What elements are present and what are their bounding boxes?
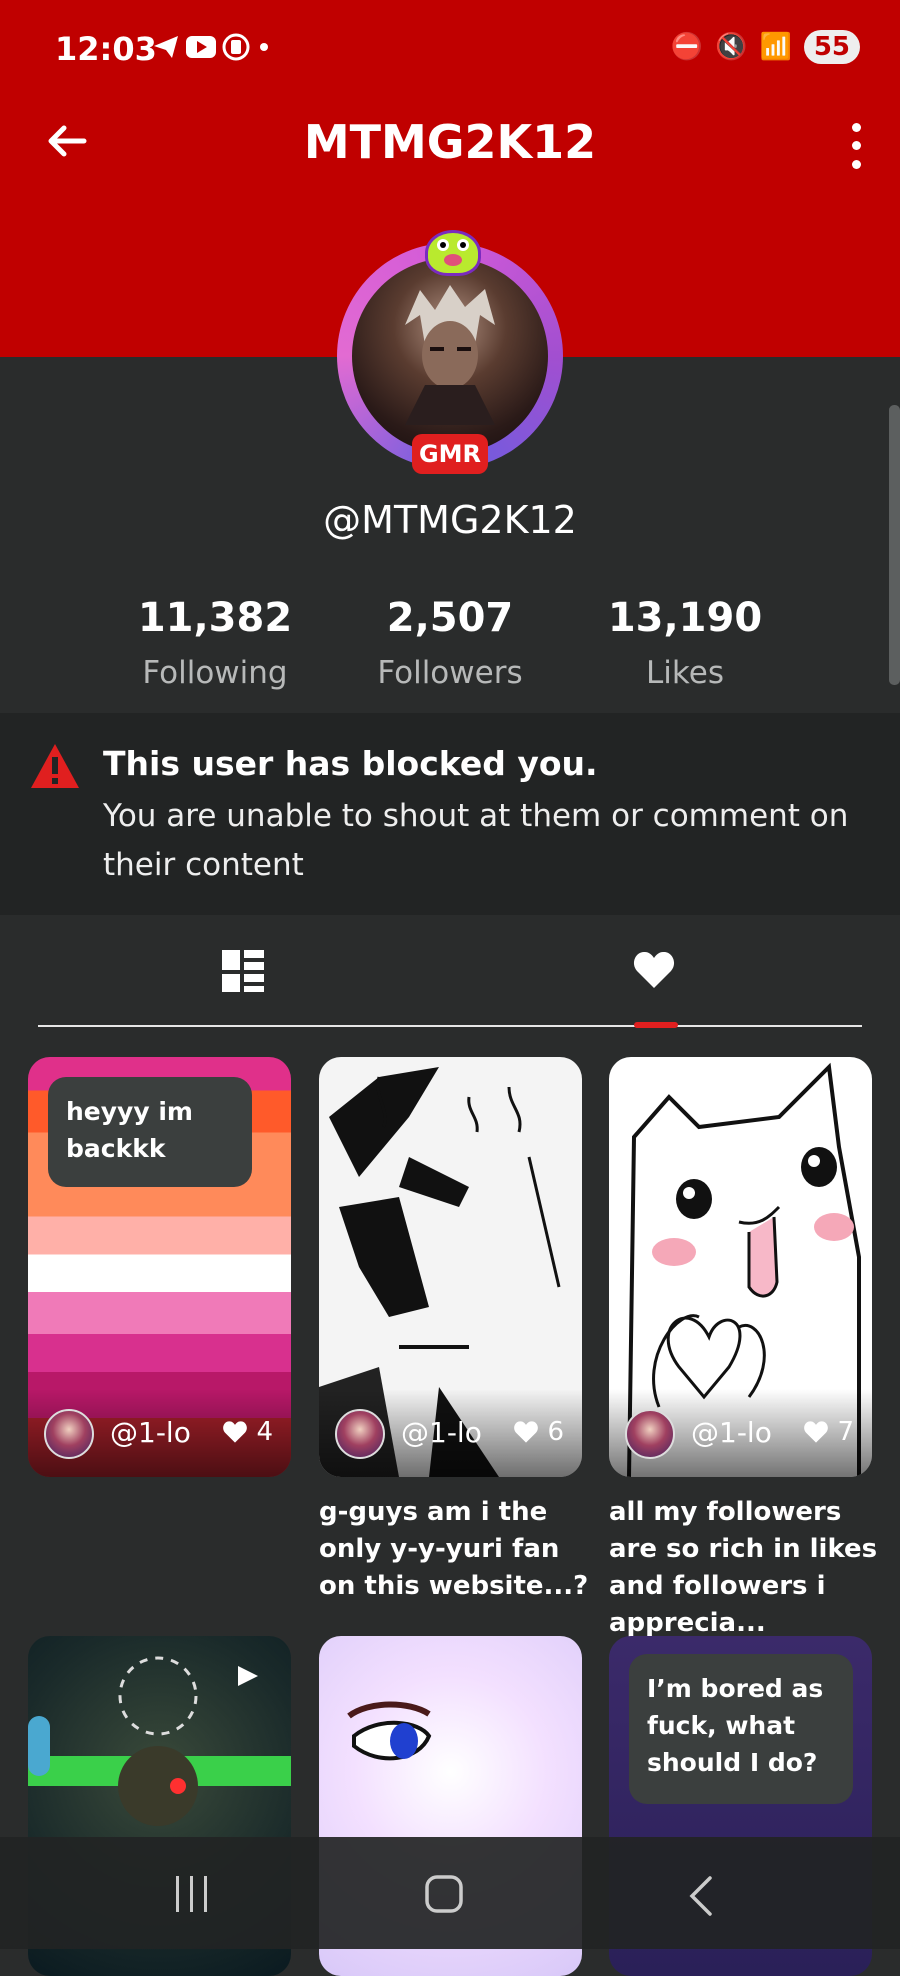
stat-likes[interactable]: 13,190 Likes (575, 595, 795, 691)
likes-count: 7 (837, 1417, 854, 1447)
more-dot-icon (851, 160, 861, 170)
likes-count: 6 (547, 1417, 564, 1447)
post-card[interactable]: @1-lo 7 (609, 1057, 872, 1477)
post-likes[interactable]: 7 (803, 1417, 854, 1447)
avatar-portrait-graphic (405, 285, 495, 425)
status-time: 12:03 (55, 30, 157, 68)
post-drawing-image (347, 1701, 432, 1761)
stat-label: Followers (377, 655, 523, 691)
stat-label: Likes (646, 655, 724, 691)
system-icons: ⛔ 🔇 📶 55 (671, 30, 860, 64)
tab-divider (38, 1025, 862, 1027)
recent-apps-icon (176, 1876, 207, 1912)
more-options-button[interactable] (836, 118, 876, 174)
post-likes[interactable]: 4 (222, 1417, 273, 1447)
gmr-badge: GMR (412, 434, 488, 474)
notification-icons (152, 30, 292, 71)
post-game-image (28, 1656, 291, 1826)
blocked-title: This user has blocked you. (103, 744, 598, 783)
recent-apps-button[interactable] (172, 1870, 212, 1920)
scrollbar[interactable] (889, 405, 900, 685)
home-button[interactable] (424, 1872, 464, 1916)
dnd-icon: ⛔ (670, 32, 704, 62)
stat-value: 2,507 (386, 595, 514, 641)
post-caption[interactable]: g-guys am i the only y-y-yuri fan on thi… (319, 1494, 589, 1605)
system-back-button[interactable] (682, 1872, 722, 1920)
mute-icon: 🔇 (715, 32, 748, 62)
post-text-bubble: I’m bored as fuck, what should I do? (629, 1654, 853, 1804)
stat-following[interactable]: 11,382 Following (105, 595, 325, 691)
tab-active-indicator (634, 1022, 678, 1028)
chevron-left-icon (689, 1876, 712, 1916)
stat-value: 13,190 (607, 595, 763, 641)
stat-value: 11,382 (137, 595, 293, 641)
warning-icon (31, 744, 79, 788)
notification-icons-graphic (154, 33, 268, 61)
post-card[interactable]: heyyy im backkk @1-lo 4 (28, 1057, 291, 1477)
home-icon (425, 1875, 463, 1913)
post-author[interactable]: @1-lo (401, 1416, 491, 1449)
profile-username: @MTMG2K12 (323, 498, 577, 542)
heart-icon (804, 1421, 829, 1443)
post-caption[interactable]: all my followers are so rich in likes an… (609, 1494, 879, 1642)
post-text-bubble: heyyy im backkk (48, 1077, 252, 1187)
heart-icon (633, 951, 675, 988)
stat-label: Following (142, 655, 288, 691)
post-card[interactable]: @1-lo 6 (319, 1057, 582, 1477)
frog-badge-icon (425, 230, 481, 276)
frog-face-graphic (437, 239, 469, 266)
heart-icon (514, 1421, 539, 1443)
heart-icon (223, 1421, 248, 1443)
more-dot-icon (851, 141, 861, 151)
avatar[interactable] (44, 1409, 94, 1459)
avatar[interactable] (625, 1409, 675, 1459)
page-title: MTMG2K12 (303, 115, 597, 169)
battery-indicator: 55 (803, 30, 860, 64)
grid-icon (222, 950, 264, 992)
post-author[interactable]: @1-lo (691, 1416, 781, 1449)
post-author[interactable]: @1-lo (110, 1416, 200, 1449)
wifi-icon: 📶 (759, 32, 792, 62)
avatar[interactable] (335, 1409, 385, 1459)
tab-liked[interactable] (632, 948, 676, 992)
tab-posts[interactable] (220, 948, 266, 994)
likes-count: 4 (256, 1417, 273, 1447)
blocked-description: You are unable to shout at them or comme… (103, 798, 849, 883)
more-dot-icon (851, 122, 861, 132)
stat-followers[interactable]: 2,507 Followers (340, 595, 560, 691)
status-bar: 12:03 ⛔ 🔇 📶 55 (0, 0, 900, 100)
post-likes[interactable]: 6 (513, 1417, 564, 1447)
